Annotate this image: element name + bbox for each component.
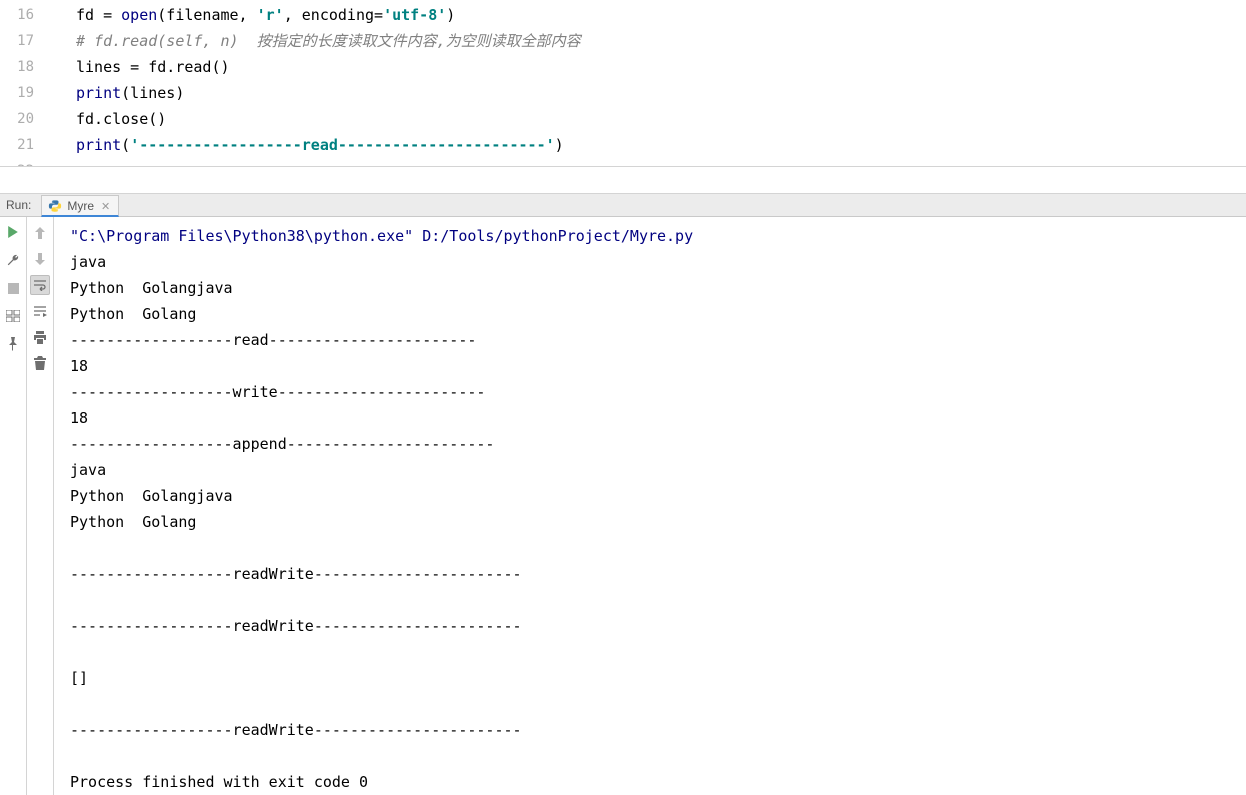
- console-line: Python Golangjava: [70, 483, 1246, 509]
- run-toolbar-left: [0, 217, 27, 795]
- line-number: 19: [0, 80, 34, 106]
- line-number: 21: [0, 132, 34, 158]
- editor-code[interactable]: fd = open(filename, 'r', encoding='utf-8…: [42, 0, 1246, 166]
- arrow-down-icon[interactable]: [30, 249, 50, 269]
- scroll-to-end-icon[interactable]: [30, 301, 50, 321]
- console-line: Python Golang: [70, 301, 1246, 327]
- pin-icon[interactable]: [4, 335, 22, 353]
- console-line: Python Golang: [70, 509, 1246, 535]
- console-line: java: [70, 457, 1246, 483]
- console-line: ------------------read------------------…: [70, 327, 1246, 353]
- console-line: java: [70, 249, 1246, 275]
- editor-pane[interactable]: 16171819202122 fd = open(filename, 'r', …: [0, 0, 1246, 167]
- layout-icon[interactable]: [4, 307, 22, 325]
- console-line: [70, 743, 1246, 769]
- line-number: 17: [0, 28, 34, 54]
- line-number: 16: [0, 2, 34, 28]
- console-line: [70, 691, 1246, 717]
- console-line: []: [70, 665, 1246, 691]
- console-line: Process finished with exit code 0: [70, 769, 1246, 795]
- line-number: 18: [0, 54, 34, 80]
- line-number: 22: [0, 158, 34, 167]
- code-line[interactable]: fd = open(filename, 'r', encoding='utf-8…: [76, 2, 1246, 28]
- console-line: ------------------readWrite-------------…: [70, 613, 1246, 639]
- console-line: ------------------write-----------------…: [70, 379, 1246, 405]
- trash-icon[interactable]: [30, 353, 50, 373]
- run-tab[interactable]: Myre ✕: [41, 195, 119, 217]
- console-line: Python Golangjava: [70, 275, 1246, 301]
- console-line: ------------------append----------------…: [70, 431, 1246, 457]
- code-line[interactable]: # fd.read(self, n) 按指定的长度读取文件内容,为空则读取全部内…: [76, 28, 1246, 54]
- code-line[interactable]: print('------------------read-----------…: [76, 132, 1246, 158]
- console-line: [70, 639, 1246, 665]
- line-number: 20: [0, 106, 34, 132]
- console-line: 18: [70, 405, 1246, 431]
- wrench-icon[interactable]: [4, 251, 22, 269]
- python-icon: [48, 199, 62, 213]
- console-line: ------------------readWrite-------------…: [70, 561, 1246, 587]
- console-output[interactable]: "C:\Program Files\Python38\python.exe" D…: [54, 217, 1246, 795]
- arrow-up-icon[interactable]: [30, 223, 50, 243]
- run-tab-name: Myre: [67, 199, 94, 213]
- run-label: Run:: [6, 198, 31, 212]
- print-icon[interactable]: [30, 327, 50, 347]
- stop-icon[interactable]: [4, 279, 22, 297]
- console-line: [70, 587, 1246, 613]
- code-line[interactable]: lines = fd.read(): [76, 54, 1246, 80]
- run-toolbar-right: [27, 217, 54, 795]
- run-panel-body: "C:\Program Files\Python38\python.exe" D…: [0, 217, 1246, 795]
- run-panel-header: Run: Myre ✕: [0, 193, 1246, 217]
- code-line[interactable]: print(lines): [76, 80, 1246, 106]
- editor-gutter: 16171819202122: [0, 0, 42, 166]
- console-line: [70, 535, 1246, 561]
- soft-wrap-icon[interactable]: [30, 275, 50, 295]
- close-icon[interactable]: ✕: [101, 200, 110, 213]
- code-line[interactable]: fd.close(): [76, 106, 1246, 132]
- console-command: "C:\Program Files\Python38\python.exe" D…: [70, 223, 1246, 249]
- console-line: ------------------readWrite-------------…: [70, 717, 1246, 743]
- run-icon[interactable]: [4, 223, 22, 241]
- console-line: 18: [70, 353, 1246, 379]
- code-line[interactable]: [76, 158, 1246, 167]
